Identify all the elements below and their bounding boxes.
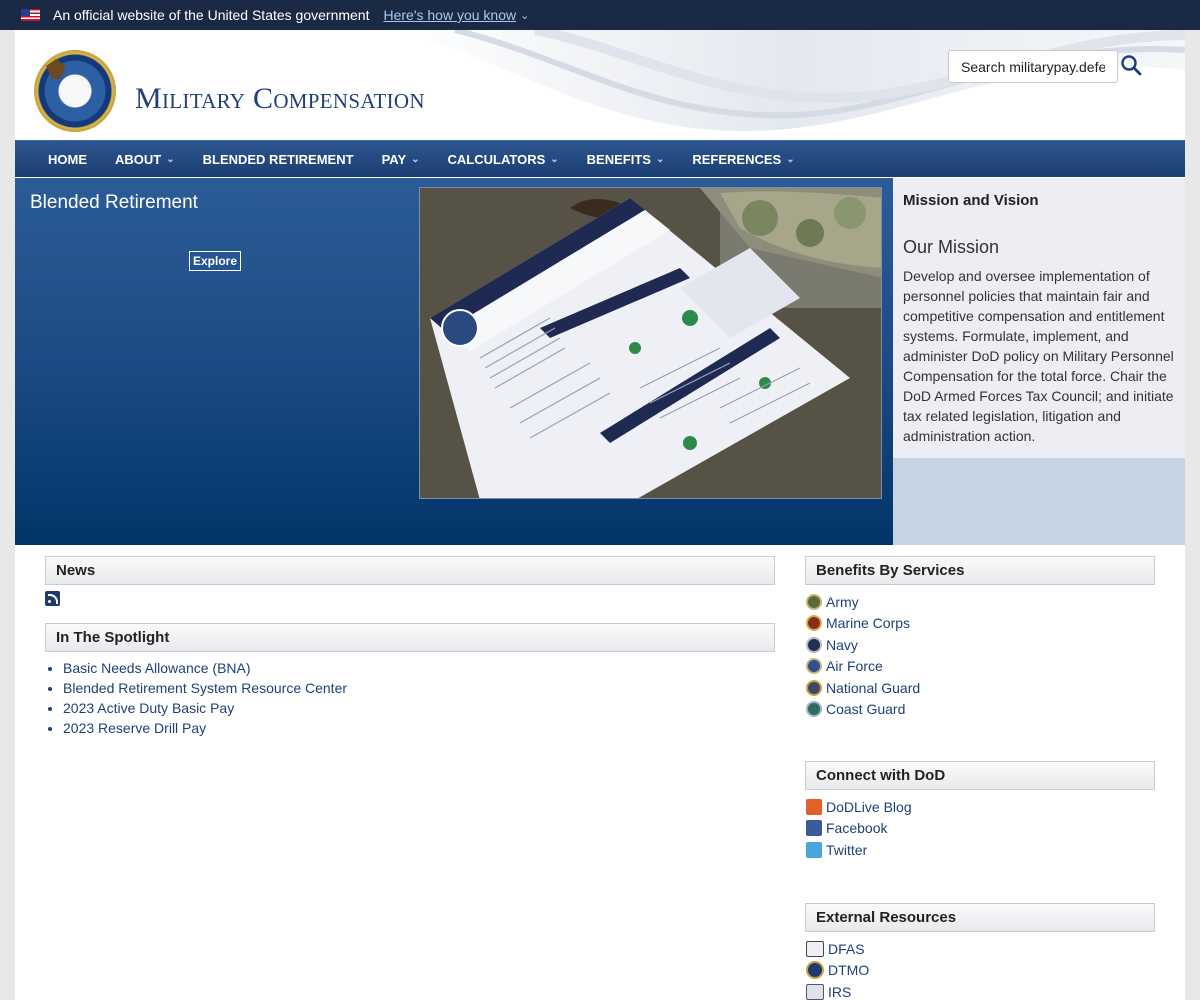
link-label: Army xyxy=(826,593,859,610)
hero-image[interactable] xyxy=(419,187,882,499)
connect-heading: Connect with DoD xyxy=(805,761,1155,790)
search-icon[interactable] xyxy=(1119,53,1143,77)
spotlight-section: In The Spotlight Basic Needs Allowance (… xyxy=(45,623,775,738)
air-force-seal-icon xyxy=(806,658,822,675)
link-label: IRS xyxy=(828,983,852,1000)
chevron-down-icon[interactable]: ⌄ xyxy=(520,9,529,22)
external-link-irs[interactable]: IRS xyxy=(805,981,1155,1000)
news-section: News xyxy=(45,556,775,611)
external-link-dfas[interactable]: DFAS xyxy=(805,938,1155,960)
blended-retirement-brochure-image xyxy=(420,188,881,498)
spotlight-heading: In The Spotlight xyxy=(45,623,775,652)
coast-guard-seal-icon xyxy=(806,701,822,718)
dod-seal-logo[interactable] xyxy=(34,50,116,132)
nav-blended-retirement[interactable]: BLENDED RETIREMENT xyxy=(189,141,368,178)
list-item: Blended Retirement System Resource Cente… xyxy=(63,678,775,698)
list-item: 2023 Reserve Drill Pay xyxy=(63,718,775,738)
link-label: Facebook xyxy=(826,820,888,837)
benefits-link-navy[interactable]: Navy xyxy=(805,634,1155,656)
benefits-link-marine-corps[interactable]: Marine Corps xyxy=(805,613,1155,635)
connect-section: Connect with DoD DoDLive Blog Facebook T… xyxy=(805,761,1155,861)
nav-about[interactable]: ABOUT ⌄ xyxy=(101,141,189,178)
link-label: DTMO xyxy=(828,962,870,979)
connect-link-dodlive[interactable]: DoDLive Blog xyxy=(805,796,1155,818)
facebook-icon xyxy=(806,820,822,837)
mission-panel: Mission and Vision Our Mission Develop a… xyxy=(893,178,1185,545)
chevron-down-icon: ⌄ xyxy=(411,153,420,165)
link-label: Navy xyxy=(826,636,858,653)
link-label: Coast Guard xyxy=(826,701,906,718)
link-label: Marine Corps xyxy=(826,615,911,632)
search-input[interactable] xyxy=(948,50,1118,83)
page: Military Compensation HOME ABOUT ⌄ BLENDE… xyxy=(15,30,1185,1000)
link-label: National Guard xyxy=(826,679,921,696)
chevron-down-icon: ⌄ xyxy=(166,153,175,165)
nav-home-label: HOME xyxy=(48,151,87,167)
nav-pay[interactable]: PAY ⌄ xyxy=(368,141,434,178)
spotlight-list: Basic Needs Allowance (BNA) Blended Reti… xyxy=(45,658,775,738)
spotlight-link-bna[interactable]: Basic Needs Allowance (BNA) xyxy=(63,660,251,676)
chevron-down-icon: ⌄ xyxy=(550,153,559,165)
main-nav: HOME ABOUT ⌄ BLENDED RETIREMENT PAY ⌄ CALC… xyxy=(15,140,1185,177)
army-seal-icon xyxy=(806,593,822,610)
nav-benefits-label: BENEFITS xyxy=(586,151,651,167)
twitter-icon xyxy=(806,841,822,858)
hero-slide: Blended Retirement Explore xyxy=(15,178,893,545)
nav-about-label: ABOUT xyxy=(115,151,162,167)
navy-seal-icon xyxy=(806,636,822,653)
gov-banner: An official website of the United States… xyxy=(0,0,1200,30)
list-item: Basic Needs Allowance (BNA) xyxy=(63,658,775,678)
connect-link-twitter[interactable]: Twitter xyxy=(805,839,1155,861)
nav-benefits[interactable]: BENEFITS ⌄ xyxy=(573,141,679,178)
benefits-section: Benefits By Services Army Marine Corps N… xyxy=(805,556,1155,720)
spotlight-link-brs[interactable]: Blended Retirement System Resource Cente… xyxy=(63,680,347,696)
benefits-link-national-guard[interactable]: National Guard xyxy=(805,677,1155,699)
rss-icon[interactable] xyxy=(45,591,60,606)
site-title[interactable]: Military Compensation xyxy=(135,82,425,116)
nav-calculators[interactable]: CALCULATORS ⌄ xyxy=(434,141,573,178)
blog-rss-icon xyxy=(806,798,822,815)
mission-heading: Mission and Vision xyxy=(903,192,1039,209)
site-header: Military Compensation xyxy=(15,30,1185,140)
nav-blended-retirement-label: BLENDED RETIREMENT xyxy=(202,151,354,167)
list-item: 2023 Active Duty Basic Pay xyxy=(63,698,775,718)
heres-how-you-know-link[interactable]: Here's how you know xyxy=(383,7,516,23)
nav-pay-label: PAY xyxy=(381,151,407,167)
chevron-down-icon: ⌄ xyxy=(786,153,795,165)
link-label: Air Force xyxy=(826,658,883,675)
explore-button[interactable]: Explore xyxy=(189,251,242,271)
connect-link-facebook[interactable]: Facebook xyxy=(805,818,1155,840)
dfas-logo-icon xyxy=(806,940,824,957)
mission-text: Develop and oversee implementation of pe… xyxy=(903,268,1174,444)
benefits-link-air-force[interactable]: Air Force xyxy=(805,656,1155,678)
marine-corps-seal-icon xyxy=(806,615,822,632)
external-link-dtmo[interactable]: DTMO xyxy=(805,960,1155,982)
link-label: DFAS xyxy=(828,940,865,957)
nav-home[interactable]: HOME xyxy=(15,141,101,178)
link-label: Twitter xyxy=(826,841,868,858)
external-resources-section: External Resources DFAS DTMO IRS xyxy=(805,903,1155,1000)
news-heading: News xyxy=(45,556,775,585)
external-heading: External Resources xyxy=(805,903,1155,932)
spotlight-link-active-pay[interactable]: 2023 Active Duty Basic Pay xyxy=(63,700,234,716)
benefits-heading: Benefits By Services xyxy=(805,556,1155,585)
chevron-down-icon: ⌄ xyxy=(655,153,665,165)
nav-calculators-label: CALCULATORS xyxy=(447,151,546,167)
national-guard-seal-icon xyxy=(806,679,822,696)
spotlight-link-reserve-pay[interactable]: 2023 Reserve Drill Pay xyxy=(63,720,206,736)
mission-title: Our Mission xyxy=(903,237,1000,257)
link-label: DoDLive Blog xyxy=(826,798,912,815)
nav-references-label: REFERENCES xyxy=(692,151,782,167)
benefits-link-army[interactable]: Army xyxy=(805,591,1155,613)
hero-title: Blended Retirement xyxy=(30,192,198,213)
dtmo-seal-icon xyxy=(806,961,824,980)
benefits-link-coast-guard[interactable]: Coast Guard xyxy=(805,699,1155,721)
nav-references[interactable]: REFERENCES ⌄ xyxy=(678,141,808,178)
official-site-text: An official website of the United States… xyxy=(53,7,370,23)
irs-logo-icon xyxy=(806,983,824,1000)
us-flag-icon xyxy=(21,9,40,21)
